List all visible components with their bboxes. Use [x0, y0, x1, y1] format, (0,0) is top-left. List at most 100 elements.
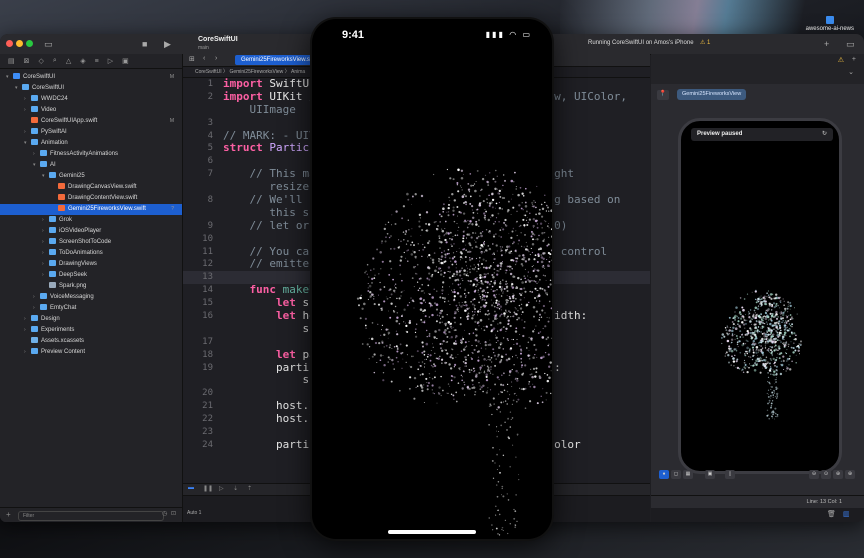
recent-filter-icon[interactable]: ◷ — [162, 510, 167, 517]
scm-filter-icon[interactable]: ⊡ — [171, 510, 176, 517]
breakpoints-icon[interactable]: ▬ — [188, 485, 194, 491]
home-indicator[interactable] — [388, 530, 476, 534]
disclosure-chevron-icon[interactable]: › — [24, 314, 31, 325]
disclosure-chevron-icon[interactable]: › — [42, 215, 49, 226]
zoom-window-button[interactable] — [26, 40, 33, 47]
disclosure-chevron-icon[interactable]: ▾ — [6, 72, 13, 83]
sidebar-toggle-icon[interactable]: ▭ — [44, 39, 53, 50]
disclosure-chevron-icon[interactable]: › — [42, 248, 49, 259]
file-tree-item[interactable]: › WWDC24 — [0, 94, 182, 105]
bookmark-icon[interactable]: ◇ — [39, 57, 44, 65]
debug-icon[interactable]: ≡ — [95, 58, 99, 65]
file-tree-item[interactable]: › Video — [0, 105, 182, 116]
zoom-fit-icon[interactable]: ⊕ — [833, 470, 843, 479]
minimize-window-button[interactable] — [16, 40, 23, 47]
fireworks-particles[interactable] — [312, 19, 552, 539]
file-tree-item[interactable]: › EmtyChat — [0, 303, 182, 314]
add-file-icon[interactable]: + — [6, 510, 11, 519]
test-icon[interactable]: ◈ — [80, 57, 85, 65]
file-tree-item[interactable]: › Experiments — [0, 325, 182, 336]
disclosure-chevron-icon[interactable]: ▾ — [24, 138, 31, 149]
file-tree-item[interactable]: ▾ CoreSwiftUI — [0, 83, 182, 94]
back-icon[interactable]: ‹ — [203, 55, 205, 62]
step-in-icon[interactable]: ⇣ — [233, 485, 238, 492]
source-control-icon[interactable]: ⊠ — [24, 57, 30, 65]
variables-scope-selector[interactable]: Auto 1 — [187, 510, 201, 516]
add-editor-icon[interactable]: + — [852, 56, 856, 63]
pause-icon[interactable]: ❚❚ — [203, 485, 213, 492]
file-tree-item[interactable]: › Design — [0, 314, 182, 325]
file-tree-item[interactable]: CoreSwiftUIApp.swift M — [0, 116, 182, 127]
file-tree-item[interactable]: › ToDoAnimations — [0, 248, 182, 259]
forward-icon[interactable]: › — [215, 55, 217, 62]
search-icon[interactable]: ⌕ — [53, 57, 57, 65]
disclosure-chevron-icon[interactable]: ▾ — [42, 171, 49, 182]
device-icon[interactable]: ▯ — [725, 470, 735, 479]
desktop-folder-icon[interactable]: awesome-ai-news — [806, 16, 854, 32]
split-view-icon[interactable]: ▥ — [843, 510, 850, 518]
disclosure-chevron-icon[interactable]: › — [33, 149, 40, 160]
disclosure-chevron-icon[interactable]: › — [42, 237, 49, 248]
close-window-button[interactable] — [6, 40, 13, 47]
preview-selector[interactable]: Gemini25FireworksView — [677, 89, 747, 100]
file-tree-item[interactable]: › PySwiftAI — [0, 127, 182, 138]
file-tree-item[interactable]: ▾ AI — [0, 160, 182, 171]
disclosure-chevron-icon[interactable]: › — [42, 226, 49, 237]
file-tree-item[interactable]: DrawingCanvasView.swift — [0, 182, 182, 193]
file-tree-item[interactable]: Assets.xcassets — [0, 336, 182, 347]
add-icon[interactable]: + — [824, 39, 829, 49]
file-tree-item[interactable]: DrawingContentView.swift — [0, 193, 182, 204]
disclosure-chevron-icon[interactable]: › — [24, 347, 31, 358]
disclosure-chevron-icon[interactable]: › — [24, 105, 31, 116]
file-tree-item[interactable]: Spark.png — [0, 281, 182, 292]
folder-icon[interactable]: ▤ — [8, 57, 15, 65]
zoom-actual-icon[interactable]: ⊙ — [821, 470, 831, 479]
step-out-icon[interactable]: ⇡ — [247, 485, 252, 492]
file-tree-item[interactable]: › iOSVideoPlayer — [0, 226, 182, 237]
run-icon[interactable]: ▶ — [164, 39, 171, 50]
breakpoint-icon[interactable]: ▷ — [108, 57, 113, 65]
file-tree-item[interactable]: Gemini25FireworksView.swift? — [0, 204, 182, 215]
file-tree-item[interactable]: › DrawingViews — [0, 259, 182, 270]
particle — [421, 341, 424, 344]
inspector-toggle-icon[interactable]: ▭ — [846, 39, 855, 50]
file-tree-item[interactable]: ▾ CoreSwiftUI M — [0, 72, 182, 83]
live-mode-icon[interactable]: ● — [659, 470, 669, 479]
device-settings-icon[interactable]: ▣ — [705, 470, 715, 479]
disclosure-chevron-icon[interactable]: › — [24, 94, 31, 105]
chevron-down-icon[interactable]: ⌄ — [848, 68, 854, 76]
zoom-in-icon[interactable]: ⊕ — [845, 470, 855, 479]
disclosure-chevron-icon[interactable]: › — [24, 127, 31, 138]
file-tree-item[interactable]: › Grok — [0, 215, 182, 226]
file-tree-item[interactable]: › VoiceMessaging — [0, 292, 182, 303]
selectable-mode-icon[interactable]: ◻ — [671, 470, 681, 479]
warning-icon[interactable]: ⚠ — [838, 56, 844, 64]
disclosure-chevron-icon[interactable]: › — [42, 270, 49, 281]
disclosure-chevron-icon[interactable]: › — [33, 292, 40, 303]
disclosure-chevron-icon[interactable]: › — [24, 325, 31, 336]
file-tree-item[interactable]: › Preview Content — [0, 347, 182, 358]
pin-icon[interactable]: 📍 — [657, 90, 669, 100]
disclosure-chevron-icon[interactable]: › — [33, 303, 40, 314]
file-tree-item[interactable]: › ScreenShotToCode — [0, 237, 182, 248]
disclosure-chevron-icon[interactable]: ▾ — [33, 160, 40, 171]
zoom-out-icon[interactable]: ⊖ — [809, 470, 819, 479]
trash-icon[interactable]: 🗑 — [827, 510, 836, 518]
grid-icon[interactable]: ⊞ — [189, 55, 195, 63]
variants-icon[interactable]: ▦ — [683, 470, 693, 479]
filter-input[interactable]: Filter — [18, 511, 164, 521]
file-tree-item[interactable]: › FitnessActivityAnimations — [0, 149, 182, 160]
file-tree-item[interactable]: ▾ Animation — [0, 138, 182, 149]
file-tree-item[interactable]: › DeepSeek — [0, 270, 182, 281]
issue-icon[interactable]: △ — [66, 57, 71, 65]
file-tree-item[interactable]: ▾ Gemini25 — [0, 171, 182, 182]
disclosure-chevron-icon[interactable]: › — [42, 259, 49, 270]
step-over-icon[interactable]: ▷ — [219, 485, 224, 492]
stop-icon[interactable]: ■ — [142, 39, 147, 49]
particle — [793, 347, 795, 349]
particle — [751, 323, 753, 325]
report-icon[interactable]: ▣ — [122, 57, 129, 65]
particle — [488, 194, 490, 197]
disclosure-chevron-icon[interactable]: ▾ — [15, 83, 22, 94]
warning-badge[interactable]: ⚠ 1 — [700, 39, 710, 46]
